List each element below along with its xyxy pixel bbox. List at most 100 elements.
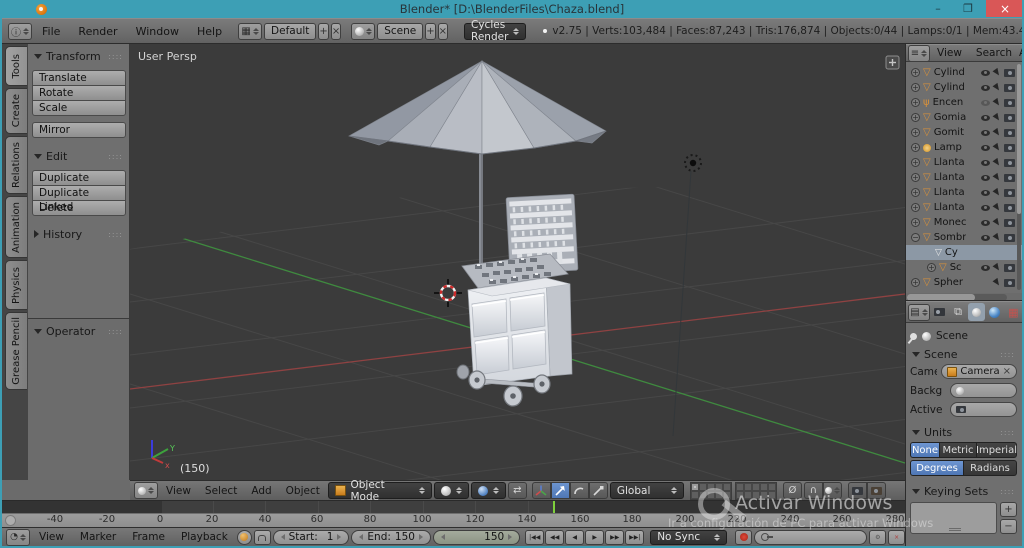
- operator-panel-header[interactable]: Operator::::: [32, 323, 125, 339]
- mirror-button[interactable]: Mirror: [32, 122, 126, 138]
- renderable-camera-icon[interactable]: [1004, 158, 1015, 167]
- panel-grip-icon[interactable]: ::::: [1000, 350, 1015, 359]
- background-scene-selector[interactable]: [950, 383, 1017, 398]
- render-engine-selector[interactable]: Cycles Render: [464, 19, 527, 43]
- expand-icon[interactable]: +: [911, 143, 920, 152]
- active-keying-set-field[interactable]: [754, 529, 868, 545]
- units-degrees-button[interactable]: Degrees: [910, 460, 964, 476]
- units-radians-button[interactable]: Radians: [964, 460, 1017, 476]
- lock-frame-toggle[interactable]: [253, 529, 271, 545]
- opengl-render-image-button[interactable]: [847, 482, 867, 499]
- expand-icon[interactable]: +: [911, 113, 920, 122]
- units-none-button[interactable]: None: [910, 442, 940, 458]
- screen-layout-icon-button[interactable]: ▦: [238, 22, 263, 40]
- expand-icon[interactable]: +: [927, 263, 936, 272]
- view-menu[interactable]: View: [160, 485, 197, 497]
- renderable-camera-icon[interactable]: [1004, 113, 1015, 122]
- outliner[interactable]: + ▽ Cylind + ▽ Cylind + ψ Encen + ▽ Gomia + ▽ Gomi…: [905, 62, 1022, 293]
- selectable-cursor-icon[interactable]: [992, 127, 1002, 138]
- panel-grip-icon[interactable]: ::::: [108, 152, 123, 161]
- units-imperial-button[interactable]: Imperial: [976, 442, 1017, 458]
- tab-animation[interactable]: Animation: [5, 196, 27, 258]
- timeline-view-menu[interactable]: View: [32, 531, 71, 543]
- delete-keyframe-button[interactable]: ×: [888, 529, 905, 545]
- outliner-row[interactable]: + Lamp: [905, 140, 1022, 155]
- keying-set-remove-button[interactable]: −: [1000, 519, 1017, 534]
- menu-help[interactable]: Help: [189, 25, 230, 38]
- prev-keyframe-button[interactable]: ◀◀: [545, 529, 565, 545]
- outliner-row[interactable]: + ▽ Llanta: [905, 200, 1022, 215]
- panel-grip-icon[interactable]: ::::: [108, 52, 123, 61]
- keying-sets-panel-header[interactable]: Keying Sets::::: [910, 483, 1017, 499]
- outliner-row[interactable]: + ▽ Llanta: [905, 185, 1022, 200]
- selectable-cursor-icon[interactable]: [992, 82, 1002, 93]
- play-reverse-button[interactable]: ◀: [565, 529, 585, 545]
- selectable-cursor-icon[interactable]: [992, 277, 1002, 288]
- visibility-eye-icon[interactable]: [981, 84, 990, 91]
- tab-render-layers[interactable]: ⧉: [949, 303, 966, 321]
- duplicate-linked-button[interactable]: Duplicate Linked: [32, 185, 126, 213]
- panel-grip-icon[interactable]: ::::: [108, 327, 123, 336]
- sync-mode-selector[interactable]: No Sync: [650, 529, 727, 545]
- tab-create[interactable]: Create: [5, 88, 27, 134]
- expand-icon[interactable]: +: [911, 128, 920, 137]
- umbrella-canopy[interactable]: [348, 59, 607, 155]
- screen-layout-selector[interactable]: Default: [264, 22, 317, 40]
- translate-button[interactable]: Translate: [32, 70, 126, 86]
- jump-end-button[interactable]: ▶▶|: [625, 529, 645, 545]
- duplicate-button[interactable]: Duplicate: [32, 170, 126, 186]
- tab-relations[interactable]: Relations: [5, 136, 27, 194]
- renderable-camera-icon[interactable]: [1004, 83, 1015, 92]
- expand-icon[interactable]: +: [911, 173, 920, 182]
- cart-body[interactable]: [467, 277, 573, 387]
- outliner-vscrollbar[interactable]: [1017, 64, 1021, 290]
- outliner-row-selected[interactable]: ▽ Cy: [905, 245, 1022, 260]
- proportional-edit-toggle[interactable]: Ø: [782, 482, 802, 499]
- scene-selector[interactable]: Scene: [377, 22, 424, 40]
- expand-icon[interactable]: +: [911, 203, 920, 212]
- selectable-cursor-icon[interactable]: [992, 67, 1002, 78]
- visibility-eye-icon[interactable]: [981, 219, 990, 226]
- layout-delete-button[interactable]: ×: [330, 22, 342, 40]
- editor-type-3dview-button[interactable]: [134, 482, 158, 499]
- editor-type-info-button[interactable]: ⓘ: [8, 22, 32, 40]
- outliner-row[interactable]: + ψ Encen: [905, 95, 1022, 110]
- expand-icon[interactable]: +: [911, 188, 920, 197]
- timeline-ruler[interactable]: -40 -20 0 20 40 60 80 100 120 140 160 18…: [2, 500, 905, 528]
- visibility-eye-icon[interactable]: [981, 99, 990, 106]
- tab-world[interactable]: [986, 303, 1003, 321]
- manipulator-scale-button[interactable]: [588, 482, 608, 499]
- transform-orientation-selector[interactable]: Global: [609, 482, 684, 499]
- selectable-cursor-icon[interactable]: [992, 172, 1002, 183]
- next-keyframe-button[interactable]: ▶▶: [605, 529, 625, 545]
- selectable-cursor-icon[interactable]: [992, 112, 1002, 123]
- timeline-number-band[interactable]: [2, 513, 905, 528]
- outliner-row[interactable]: + ▽ Monec: [905, 215, 1022, 230]
- play-button[interactable]: ▶: [585, 529, 605, 545]
- selectable-cursor-icon[interactable]: [992, 202, 1002, 213]
- timeline-marker-menu[interactable]: Marker: [73, 531, 123, 543]
- minimize-button[interactable]: –: [924, 0, 952, 17]
- panel-grip-icon[interactable]: ::::: [1000, 487, 1015, 496]
- renderable-camera-icon[interactable]: [1004, 218, 1015, 227]
- edit-panel-header[interactable]: Edit::::: [32, 148, 125, 164]
- selectable-cursor-icon[interactable]: [992, 187, 1002, 198]
- active-clip-selector[interactable]: [950, 402, 1017, 417]
- expand-icon[interactable]: +: [911, 278, 920, 287]
- selectable-cursor-icon[interactable]: [992, 142, 1002, 153]
- units-panel-header[interactable]: Units::::: [910, 424, 1017, 440]
- auto-keyframe-toggle[interactable]: [734, 529, 753, 545]
- add-menu[interactable]: Add: [245, 485, 277, 497]
- manipulator-rotate-button[interactable]: [569, 482, 589, 499]
- keying-set-add-button[interactable]: +: [1000, 502, 1017, 517]
- renderable-camera-icon[interactable]: [1004, 263, 1015, 272]
- cursor-3d[interactable]: [434, 279, 462, 307]
- renderable-camera-icon[interactable]: [1004, 173, 1015, 182]
- camera-selector[interactable]: Camera ×: [941, 364, 1017, 379]
- collapse-icon[interactable]: −: [911, 233, 920, 242]
- renderable-camera-icon[interactable]: [1004, 128, 1015, 137]
- delete-button[interactable]: Delete: [32, 200, 126, 216]
- expand-icon[interactable]: +: [911, 218, 920, 227]
- manipulator-translate-button[interactable]: [550, 482, 570, 499]
- viewport-shading-selector[interactable]: [433, 482, 469, 499]
